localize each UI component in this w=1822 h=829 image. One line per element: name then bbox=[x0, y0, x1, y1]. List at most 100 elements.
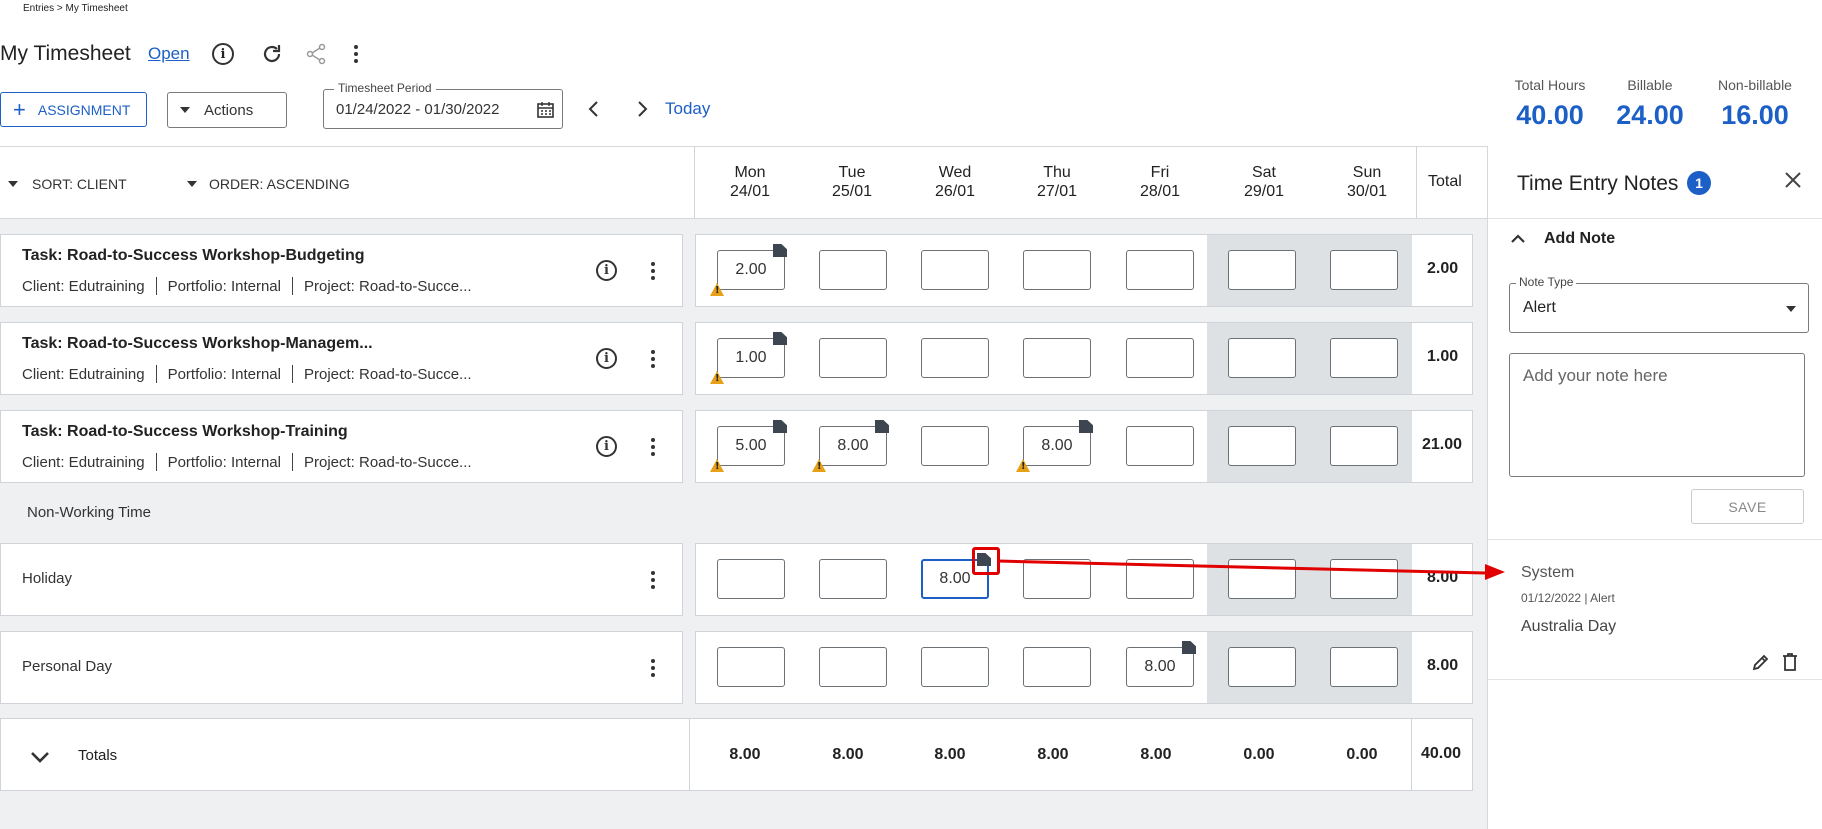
hours-cell-tue[interactable] bbox=[819, 338, 887, 378]
hours-cell-sat[interactable] bbox=[1228, 338, 1296, 378]
more-options-icon[interactable] bbox=[650, 438, 656, 456]
close-icon[interactable] bbox=[1783, 170, 1803, 190]
edit-icon[interactable] bbox=[1751, 652, 1771, 672]
hours-cell-sun[interactable] bbox=[1330, 647, 1398, 687]
time-entry-notes-panel: Time Entry Notes 1 Add Note Note Type Al… bbox=[1487, 146, 1822, 829]
delete-icon[interactable] bbox=[1781, 652, 1799, 672]
hours-cell-thu[interactable] bbox=[1023, 250, 1091, 290]
more-options-icon[interactable] bbox=[650, 659, 656, 677]
annotation-arrow bbox=[997, 559, 1505, 580]
column-total-mon: 8.00 bbox=[729, 746, 761, 763]
today-button[interactable]: Today bbox=[665, 99, 710, 119]
more-options-icon[interactable] bbox=[353, 45, 359, 63]
column-total-tue: 8.00 bbox=[832, 746, 864, 763]
task-title: Task: Road-to-Success Workshop-Budgeting bbox=[22, 247, 365, 264]
period-label: Timesheet Period bbox=[334, 81, 436, 95]
chevron-right-icon[interactable] bbox=[633, 99, 651, 119]
chevron-down-icon[interactable] bbox=[29, 750, 51, 764]
timesheet-period-field[interactable]: Timesheet Period 01/24/2022 - 01/30/2022 bbox=[323, 81, 563, 129]
day-header-mon: Mon 24/01 bbox=[729, 164, 771, 200]
note-author: System bbox=[1521, 564, 1575, 581]
status-link[interactable]: Open bbox=[148, 44, 190, 64]
share-icon[interactable] bbox=[305, 43, 327, 65]
hours-cell-sat[interactable] bbox=[1228, 250, 1296, 290]
hours-cell-wed[interactable] bbox=[921, 647, 989, 687]
plus-icon: + bbox=[13, 96, 26, 122]
order-ascending-dropdown[interactable]: ORDER: ASCENDING bbox=[187, 176, 350, 192]
panel-divider bbox=[1488, 679, 1822, 680]
task-meta: Client: Edutraining Portfolio: Internal Pr… bbox=[22, 365, 472, 383]
column-total-sun: 0.00 bbox=[1346, 746, 1378, 763]
add-note-toggle[interactable]: Add Note bbox=[1544, 230, 1615, 248]
column-total-sat: 0.00 bbox=[1243, 746, 1275, 763]
hours-cell-wed[interactable] bbox=[921, 338, 989, 378]
sort-client-dropdown[interactable]: SORT: CLIENT bbox=[8, 176, 127, 192]
panel-divider bbox=[1488, 539, 1822, 540]
non-working-time-label: Non-Working Time bbox=[27, 504, 151, 521]
task-row: Task: Road-to-Success Workshop-Training C… bbox=[0, 410, 683, 483]
more-options-icon[interactable] bbox=[650, 571, 656, 589]
hours-cell-tue[interactable] bbox=[819, 250, 887, 290]
caret-down-icon bbox=[187, 181, 197, 187]
info-icon[interactable]: i bbox=[596, 436, 617, 457]
hours-cell-mon[interactable] bbox=[717, 559, 785, 599]
summary-billable: Billable 24.00 bbox=[1616, 77, 1684, 130]
hours-cell-sun[interactable] bbox=[1330, 338, 1398, 378]
nonworking-row: Holiday bbox=[0, 543, 683, 616]
note-text: Australia Day bbox=[1521, 618, 1617, 635]
hours-cell-thu[interactable] bbox=[1023, 647, 1091, 687]
hours-cell-tue[interactable] bbox=[819, 647, 887, 687]
chevron-left-icon[interactable] bbox=[585, 99, 603, 119]
assignment-label: ASSIGNMENT bbox=[37, 101, 131, 118]
breadcrumb[interactable]: Entries > My Timesheet bbox=[23, 3, 128, 14]
caret-down-icon bbox=[1786, 306, 1796, 312]
totals-label: Totals bbox=[78, 747, 118, 764]
refresh-icon[interactable] bbox=[260, 42, 284, 66]
row-total: 2.00 bbox=[1427, 260, 1459, 277]
nonworking-title: Personal Day bbox=[22, 658, 113, 675]
period-value: 01/24/2022 - 01/30/2022 bbox=[336, 101, 500, 118]
day-header-fri: Fri 28/01 bbox=[1139, 164, 1181, 200]
warning-icon bbox=[710, 283, 724, 296]
note-textarea[interactable]: Add your note here bbox=[1509, 353, 1805, 477]
warning-icon bbox=[710, 371, 724, 384]
hours-cell-wed[interactable] bbox=[921, 250, 989, 290]
hours-cell-fri[interactable] bbox=[1126, 250, 1194, 290]
hours-cell-sun[interactable] bbox=[1330, 426, 1398, 466]
column-total-wed: 8.00 bbox=[934, 746, 966, 763]
more-options-icon[interactable] bbox=[650, 262, 656, 280]
add-assignment-button[interactable]: + ASSIGNMENT bbox=[0, 92, 147, 127]
day-header-divider-left bbox=[694, 146, 695, 219]
hours-cell-sun[interactable] bbox=[1330, 250, 1398, 290]
hours-cell-wed[interactable] bbox=[921, 426, 989, 466]
more-options-icon[interactable] bbox=[650, 350, 656, 368]
hours-cell-sat[interactable] bbox=[1228, 647, 1296, 687]
notes-count-badge: 1 bbox=[1687, 171, 1711, 195]
info-icon[interactable]: i bbox=[596, 348, 617, 369]
note-type-value: Alert bbox=[1523, 299, 1556, 316]
hours-cell-mon[interactable] bbox=[717, 647, 785, 687]
actions-dropdown[interactable]: Actions bbox=[167, 92, 287, 128]
page-title: My Timesheet bbox=[0, 42, 131, 65]
day-header-sun: Sun 30/01 bbox=[1346, 164, 1388, 200]
info-icon[interactable]: i bbox=[596, 260, 617, 281]
hours-cell-thu[interactable] bbox=[1023, 338, 1091, 378]
task-title: Task: Road-to-Success Workshop-Training bbox=[22, 423, 348, 440]
calendar-icon[interactable] bbox=[537, 101, 554, 118]
day-header-divider-right bbox=[1416, 146, 1417, 219]
hours-cell-fri[interactable] bbox=[1126, 338, 1194, 378]
hours-cell-sat[interactable] bbox=[1228, 426, 1296, 466]
info-icon[interactable]: i bbox=[212, 43, 234, 65]
chevron-up-icon[interactable] bbox=[1510, 233, 1526, 245]
hours-cell-tue[interactable] bbox=[819, 559, 887, 599]
save-button[interactable]: SAVE bbox=[1691, 489, 1804, 524]
totals-divider-right bbox=[1411, 718, 1412, 791]
task-row: Task: Road-to-Success Workshop-Managem..… bbox=[0, 322, 683, 395]
hours-cell-fri[interactable] bbox=[1126, 426, 1194, 466]
total-column-header: Total bbox=[1428, 173, 1462, 190]
task-row: Task: Road-to-Success Workshop-Budgeting… bbox=[0, 234, 683, 307]
note-type-select[interactable]: Note Type Alert bbox=[1509, 275, 1809, 333]
column-total-thu: 8.00 bbox=[1037, 746, 1069, 763]
note-meta: 01/12/2022 | Alert bbox=[1521, 591, 1615, 605]
row-total: 1.00 bbox=[1427, 348, 1459, 365]
